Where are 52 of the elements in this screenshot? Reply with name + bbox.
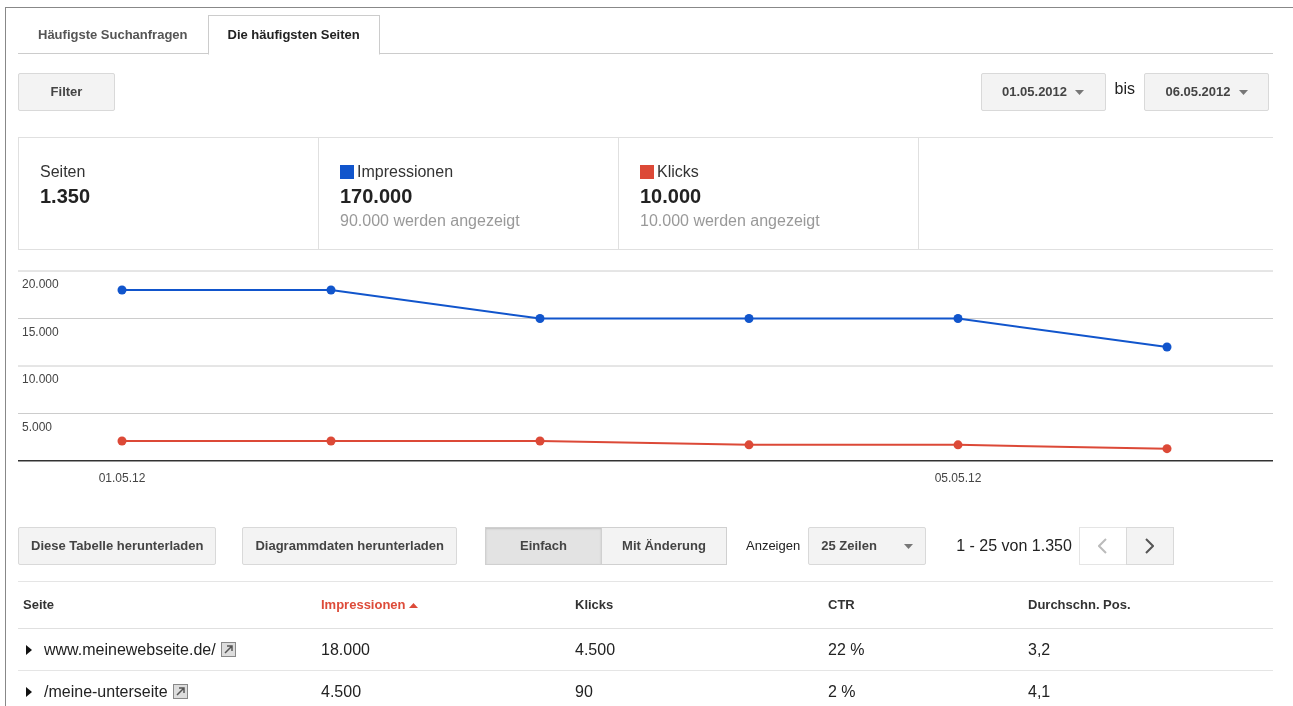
y-tick-label: 20.000	[22, 276, 59, 293]
chevron-left-icon	[1098, 538, 1108, 554]
page-link[interactable]: /meine-unterseite	[44, 679, 168, 704]
caret-icon	[1075, 89, 1085, 95]
rows-dropdown[interactable]: 25 Zeilen	[808, 527, 927, 565]
y-tick-label: 15.000	[22, 323, 59, 341]
table-cell-text: 18.000	[321, 639, 370, 660]
y-tick-label: 5.000	[22, 418, 53, 436]
show-label: Anzeigen	[746, 537, 801, 556]
caret-icon	[1238, 89, 1248, 95]
view-mode-button[interactable]: Mit Änderung	[601, 527, 727, 565]
metric-label: Klicks	[657, 162, 699, 182]
pagination-range: 1 - 25 von 1.350	[956, 536, 1072, 556]
download-table-button[interactable]: Diese Tabelle herunterladen	[18, 527, 217, 565]
next-page-button[interactable]	[1125, 527, 1174, 565]
range-separator: bis	[1114, 79, 1135, 99]
x-tick-label: 05.05.12	[934, 470, 982, 487]
metric-note: 10.000 werden angezeigt	[640, 211, 821, 231]
table-cell-text: 3,2	[1028, 639, 1051, 660]
column-header[interactable]: Durchschn. Pos.	[1028, 595, 1131, 615]
metric-note: 90.000 werden angezeigt	[340, 211, 521, 231]
external-link-icon[interactable]	[220, 642, 236, 657]
download-chart-button[interactable]: Diagrammdaten herunterladen	[242, 527, 457, 565]
table-cell-text: 4,1	[1028, 681, 1051, 702]
column-header[interactable]: Impressionen	[321, 595, 406, 615]
column-header[interactable]: Seite	[23, 595, 55, 615]
x-tick-label: 01.05.12	[98, 470, 146, 487]
metric-label: Impressionen	[357, 162, 454, 182]
collapsed-triangle-icon[interactable]	[25, 644, 33, 655]
date-dropdown[interactable]: 06.05.2012	[1144, 73, 1269, 111]
page-link[interactable]: www.meinewebseite.de/	[44, 637, 216, 662]
table-cell-text: 22 %	[828, 639, 865, 660]
y-tick-label: 10.000	[22, 371, 59, 388]
view-mode-button[interactable]: Einfach	[485, 527, 602, 565]
chevron-right-icon	[1145, 538, 1155, 554]
column-header[interactable]: CTR	[828, 595, 855, 615]
table-cell-text: 4.500	[321, 681, 362, 702]
collapsed-triangle-icon[interactable]	[25, 686, 33, 697]
date-dropdown[interactable]: 01.05.2012	[980, 73, 1106, 111]
table-cell-text: 4.500	[575, 639, 616, 660]
metric-label: Seiten	[40, 162, 86, 182]
metric-value: 1.350	[40, 184, 92, 208]
filter-button[interactable]: Filter	[18, 73, 115, 111]
column-header[interactable]: Klicks	[575, 595, 614, 615]
caret-icon	[904, 543, 914, 549]
tab[interactable]: Häufigste Suchanfragen	[18, 15, 208, 55]
tab[interactable]: Die häufigsten Seiten	[207, 15, 380, 55]
metric-value: 10.000	[640, 184, 703, 208]
external-link-icon[interactable]	[172, 684, 188, 699]
table-cell-text: 90	[575, 681, 593, 702]
metric-value: 170.000	[340, 184, 414, 208]
table-cell-text: 2 %	[828, 681, 856, 702]
